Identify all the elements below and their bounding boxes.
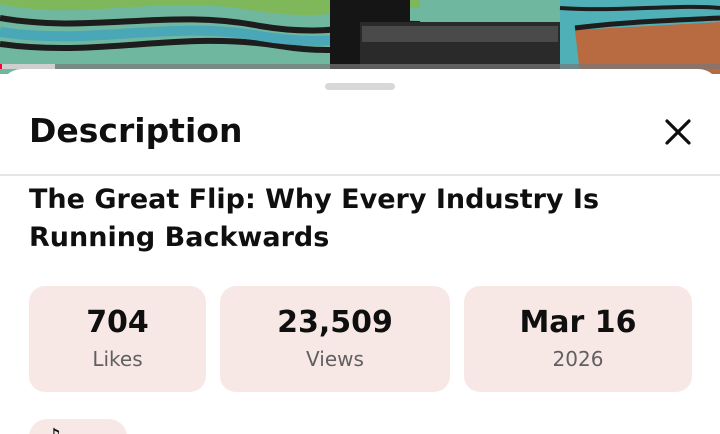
upload-date: Mar 16 xyxy=(519,305,637,340)
video-player[interactable] xyxy=(0,0,720,74)
close-icon xyxy=(665,119,691,145)
sheet-title: Description xyxy=(29,111,243,150)
likes-stat-card: 704 Likes xyxy=(29,286,206,392)
views-count: 23,509 xyxy=(277,305,393,340)
video-title: The Great Flip: Why Every Industry Is Ru… xyxy=(29,184,600,253)
drag-handle[interactable] xyxy=(325,83,395,90)
upload-year: 2026 xyxy=(552,347,604,371)
audio-chip[interactable]: ♪ xyxy=(29,419,127,434)
description-sheet: Description The Great Flip: Why Every In… xyxy=(0,69,720,434)
views-stat-card: 23,509 Views xyxy=(220,286,450,392)
music-note-icon: ♪ xyxy=(47,425,61,434)
header-divider xyxy=(0,174,720,176)
video-frame xyxy=(0,0,720,74)
close-button[interactable] xyxy=(658,112,698,152)
progress-played xyxy=(0,64,2,69)
views-label: Views xyxy=(306,347,364,371)
likes-label: Likes xyxy=(92,347,143,371)
date-stat-card: Mar 16 2026 xyxy=(464,286,692,392)
likes-count: 704 xyxy=(86,305,149,340)
